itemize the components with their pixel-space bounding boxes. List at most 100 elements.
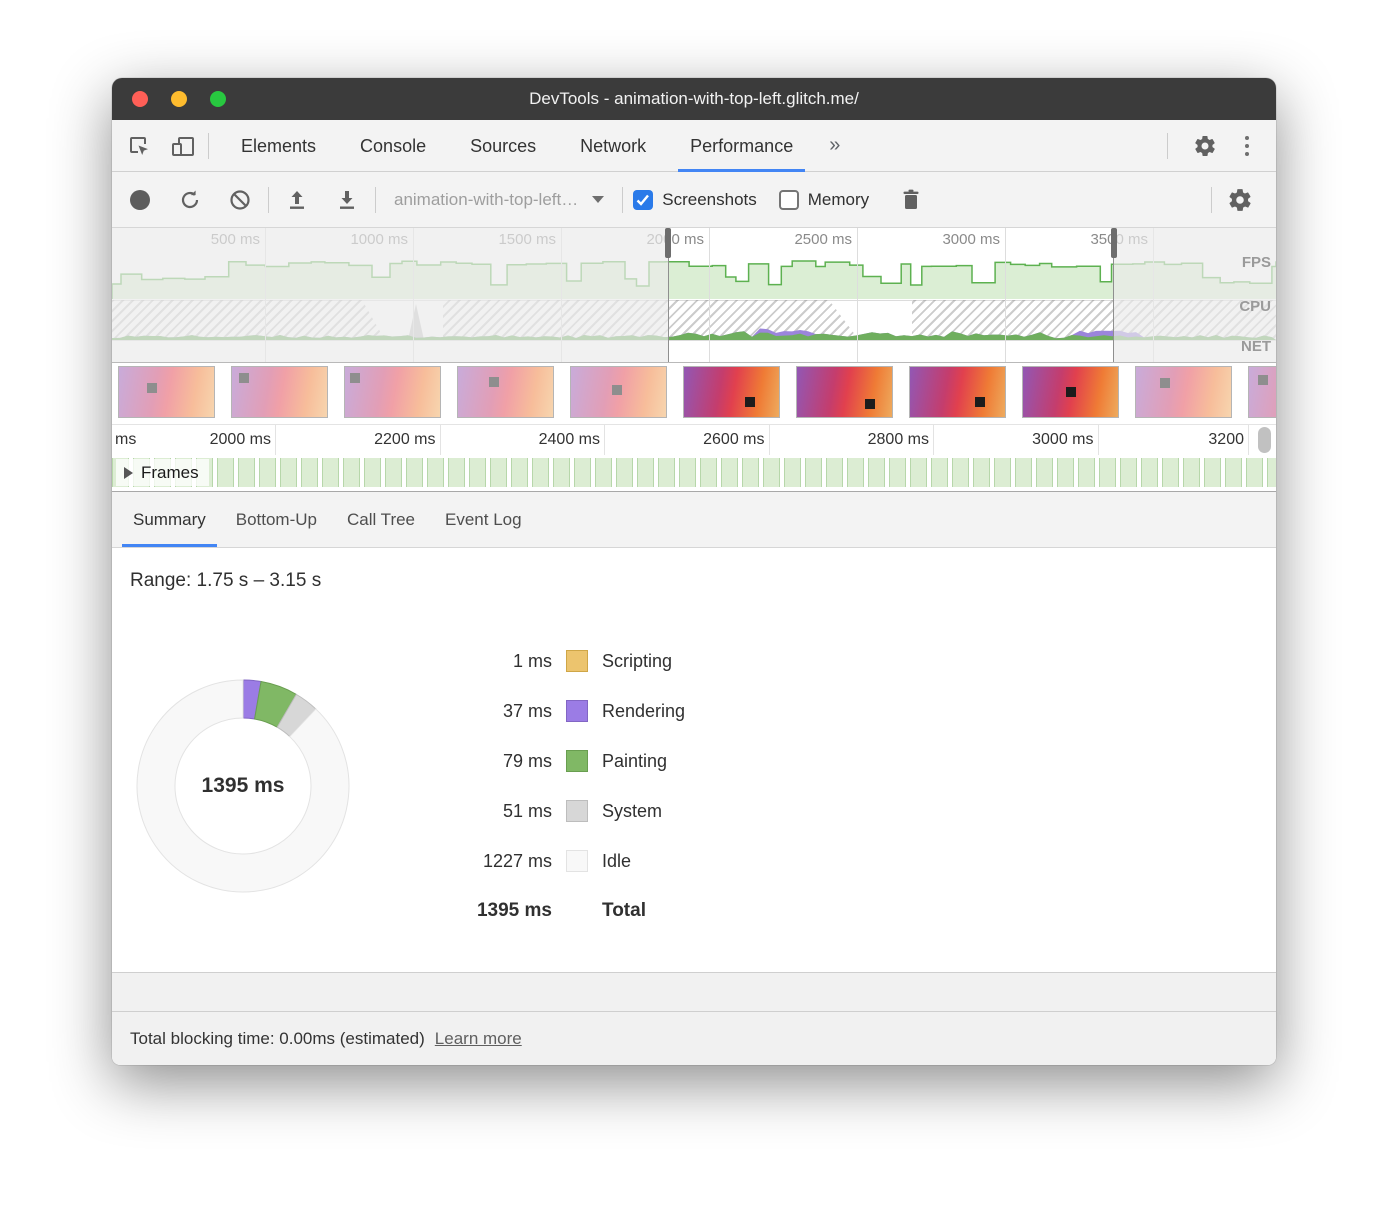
detail-tab-bar: Summary Bottom-Up Call Tree Event Log	[112, 491, 1276, 548]
tab-summary[interactable]: Summary	[118, 492, 221, 547]
legend-label: Idle	[602, 851, 631, 872]
tab-call-tree[interactable]: Call Tree	[332, 492, 430, 547]
animated-box-marker	[350, 373, 360, 383]
frames-track-label: Frames	[141, 463, 199, 483]
animated-box-marker	[147, 383, 157, 393]
tab-sources[interactable]: Sources	[448, 120, 558, 172]
inspect-element-icon[interactable]	[124, 131, 154, 161]
record-button[interactable]	[122, 182, 158, 218]
screenshots-checkbox-label[interactable]: Screenshots	[662, 190, 757, 210]
capture-settings-gear-icon[interactable]	[1222, 182, 1258, 218]
legend-swatch	[566, 800, 588, 822]
animated-box-marker	[612, 385, 622, 395]
memory-checkbox[interactable]	[779, 190, 799, 210]
ruler-tick-label: 2600 ms	[703, 425, 768, 455]
device-toolbar-icon[interactable]	[168, 131, 198, 161]
overview-dim-left	[112, 228, 668, 362]
animated-box-marker	[489, 377, 499, 387]
separator	[622, 187, 623, 213]
selection-left-handle[interactable]	[665, 228, 671, 258]
scrollbar-thumb[interactable]	[1258, 427, 1271, 453]
screenshot-thumbnail[interactable]	[1135, 366, 1232, 418]
screen: DevTools - animation-with-top-left.glitc…	[0, 0, 1388, 1212]
screenshot-thumbnail[interactable]	[231, 366, 328, 418]
summary-panel: Range: 1.75 s – 3.15 s 1395 ms 1 ms Scrip…	[112, 548, 1276, 972]
tab-event-log[interactable]: Event Log	[430, 492, 537, 547]
timeline-overview[interactable]: 500 ms1000 ms1500 ms2000 ms2500 ms3000 m…	[112, 228, 1276, 363]
legend-row: 37 ms Rendering	[432, 686, 685, 736]
clear-icon[interactable]	[222, 182, 258, 218]
screenshot-thumbnail[interactable]	[796, 366, 893, 418]
legend-label: Total	[602, 900, 646, 922]
ruler-gridline	[933, 425, 934, 455]
screenshot-thumbnail[interactable]	[683, 366, 780, 418]
profile-select[interactable]: animation-with-top-left…	[386, 190, 612, 210]
load-profile-icon[interactable]	[279, 182, 315, 218]
ruler-gridline	[275, 425, 276, 455]
animated-box-marker	[745, 397, 755, 407]
trash-icon[interactable]	[893, 182, 929, 218]
screenshot-thumbnail[interactable]	[1022, 366, 1119, 418]
performance-toolbar: animation-with-top-left… Screenshots Mem…	[112, 172, 1276, 228]
title-bar: DevTools - animation-with-top-left.glitc…	[112, 78, 1276, 120]
overview-tick-label: 3000 ms	[942, 228, 1005, 252]
screenshot-thumbnail[interactable]	[909, 366, 1006, 418]
frame-bars	[112, 458, 1276, 487]
animated-box-marker	[1258, 375, 1268, 385]
selection-right-handle[interactable]	[1111, 228, 1117, 258]
ruler-tick-label: 3000 ms	[1032, 425, 1097, 455]
tab-bottom-up[interactable]: Bottom-Up	[221, 492, 332, 547]
separator	[375, 187, 376, 213]
legend-label: Scripting	[602, 651, 672, 672]
ruler-gridline	[1098, 425, 1099, 455]
ruler-gridline	[1248, 425, 1249, 455]
overview-gridline	[709, 228, 710, 362]
range-text: Range: 1.75 s – 3.15 s	[130, 570, 321, 592]
net-lane-label: NET	[1241, 338, 1271, 355]
legend-value: 1 ms	[432, 651, 552, 672]
kebab-menu-icon[interactable]	[1232, 131, 1262, 161]
legend-value: 37 ms	[432, 701, 552, 722]
more-tabs-icon[interactable]: »	[815, 134, 854, 157]
screenshot-thumbnail[interactable]	[118, 366, 215, 418]
animated-box-marker	[1066, 387, 1076, 397]
frames-track-header[interactable]: Frames	[116, 459, 209, 486]
ruler-gridline	[440, 425, 441, 455]
ruler-gridline	[769, 425, 770, 455]
reload-and-record-icon[interactable]	[172, 182, 208, 218]
tab-network[interactable]: Network	[558, 120, 668, 172]
expand-triangle-icon[interactable]	[124, 467, 133, 479]
legend-total-row: 1395 msTotal	[432, 886, 685, 936]
legend-row: 1 ms Scripting	[432, 636, 685, 686]
memory-checkbox-label[interactable]: Memory	[808, 190, 869, 210]
legend-label: Rendering	[602, 701, 685, 722]
time-breakdown-donut: 1395 ms	[135, 678, 351, 894]
animated-box-marker	[975, 397, 985, 407]
ruler-tick-label: 2000 ms	[210, 425, 275, 455]
frames-track: Frames	[112, 455, 1276, 491]
screenshots-checkbox[interactable]	[633, 190, 653, 210]
total-blocking-time-text: Total blocking time: 0.00ms (estimated)	[130, 1029, 425, 1049]
save-profile-icon[interactable]	[329, 182, 365, 218]
settings-gear-icon[interactable]	[1190, 131, 1220, 161]
tab-elements[interactable]: Elements	[219, 120, 338, 172]
window-title: DevTools - animation-with-top-left.glitc…	[112, 78, 1276, 120]
ruler-tick-label: 2200 ms	[374, 425, 439, 455]
screenshot-thumbnail[interactable]	[570, 366, 667, 418]
screenshot-thumbnail[interactable]	[344, 366, 441, 418]
legend-value: 1227 ms	[432, 851, 552, 872]
tab-console[interactable]: Console	[338, 120, 448, 172]
ruler-tick-label: 3200	[1208, 425, 1248, 455]
screenshot-thumbnail[interactable]	[1248, 366, 1276, 418]
ruler-tick-label: ms	[115, 425, 136, 455]
learn-more-link[interactable]: Learn more	[435, 1029, 522, 1049]
screenshot-filmstrip	[112, 363, 1276, 425]
screenshot-thumbnail[interactable]	[457, 366, 554, 418]
legend-label: System	[602, 801, 662, 822]
donut-total-label: 1395 ms	[135, 678, 351, 894]
legend-swatch	[566, 850, 588, 872]
legend-label: Painting	[602, 751, 667, 772]
legend-swatch	[566, 650, 588, 672]
tab-performance[interactable]: Performance	[668, 120, 815, 172]
chevron-down-icon	[592, 196, 604, 203]
